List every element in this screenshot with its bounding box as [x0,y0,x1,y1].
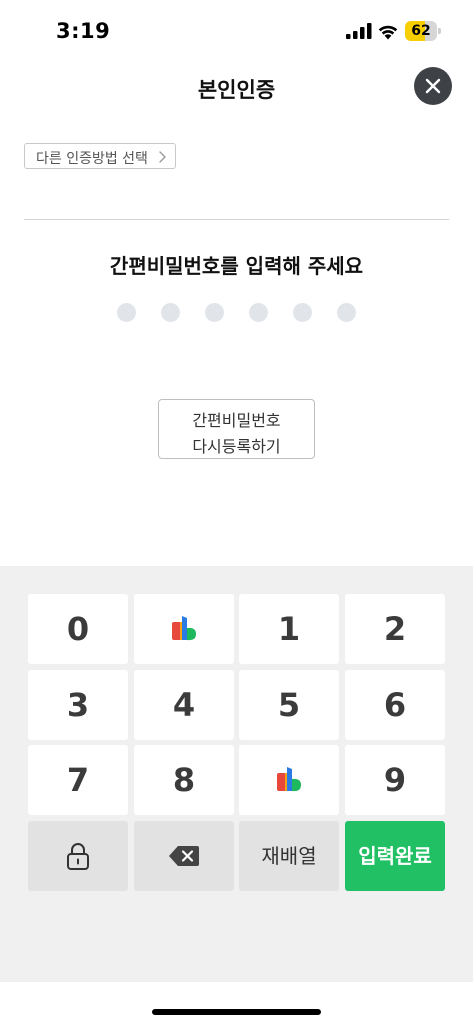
key-2[interactable]: 2 [345,594,445,664]
key-6[interactable]: 6 [345,670,445,740]
key-3[interactable]: 3 [28,670,128,740]
backspace-icon [169,846,199,866]
shuffle-key[interactable]: 재배열 [239,821,339,891]
key-9[interactable]: 9 [345,745,445,815]
battery-level: 62 [411,23,431,39]
key-4[interactable]: 4 [134,670,234,740]
key-digit-label: 2 [383,610,407,648]
reregister-label-line1: 간편비밀번호 [192,411,281,430]
pin-dot [117,303,136,322]
divider [24,219,449,220]
key-digit-label: 0 [66,610,90,648]
key-digit-label: 3 [66,686,90,724]
key-logo-blank[interactable] [239,745,339,815]
status-time: 3:19 [56,19,111,43]
submit-button[interactable]: 입력완료 [345,821,445,891]
key-digit-label: 4 [172,686,196,724]
battery-icon: 62 [405,21,441,41]
pin-dot [161,303,180,322]
reregister-label-line2: 다시등록하기 [192,437,281,456]
pin-dot [293,303,312,322]
bank-logo-icon [172,616,196,641]
wifi-icon [378,25,398,40]
key-digit-label: 1 [277,610,301,648]
other-auth-method-label: 다른 인증방법 선택 [36,151,148,167]
key-7[interactable]: 7 [28,745,128,815]
pin-prompt: 간편비밀번호를 입력해 주세요 [109,254,364,278]
other-auth-method-button[interactable]: 다른 인증방법 선택 [24,143,176,169]
key-digit-label: 6 [383,686,407,724]
cellular-signal-icon [346,23,372,39]
lock-icon [67,843,89,870]
reregister-pin-button[interactable]: 간편비밀번호 다시등록하기 [158,399,315,459]
key-logo-blank[interactable] [134,594,234,664]
key-digit-label: 8 [172,761,196,799]
auth-screen: 3:19 62 본인인증 다른 인증방법 선택 간편비밀번호를 입력해 주세요 … [0,0,473,1024]
submit-label: 입력완료 [358,844,432,868]
key-digit-label: 7 [66,761,90,799]
key-1[interactable]: 1 [239,594,339,664]
key-5[interactable]: 5 [239,670,339,740]
chevron-right-icon [159,151,166,163]
close-icon [425,78,441,94]
pin-dots [117,303,357,323]
key-0[interactable]: 0 [28,594,128,664]
home-area [0,982,473,1024]
page-title: 본인인증 [197,78,276,102]
pin-dot [205,303,224,322]
key-8[interactable]: 8 [134,745,234,815]
home-indicator[interactable] [152,1009,321,1015]
key-digit-label: 5 [277,686,301,724]
pin-dot [249,303,268,322]
shuffle-label: 재배열 [261,844,317,868]
bank-logo-icon [277,767,301,792]
secure-keypad: 0 1 2 3 4 5 6 7 8 9 재배열 입력완료 [0,566,473,982]
pin-dot [337,303,356,322]
close-button[interactable] [414,67,452,105]
status-bar: 3:19 62 [0,0,473,62]
key-digit-label: 9 [383,761,407,799]
backspace-key[interactable] [134,821,234,891]
lock-key[interactable] [28,821,128,891]
